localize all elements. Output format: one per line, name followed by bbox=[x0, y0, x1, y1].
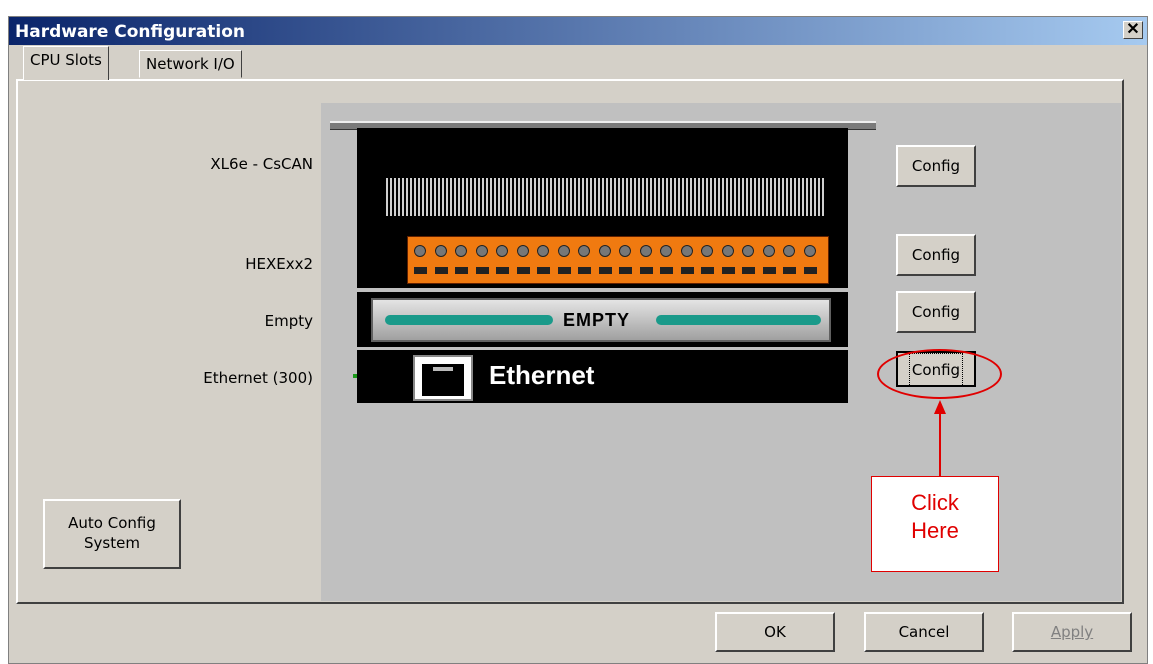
terminal-pin bbox=[701, 245, 713, 257]
terminal-pin bbox=[680, 245, 693, 257]
terminal-slot bbox=[578, 267, 591, 274]
terminal-pin bbox=[721, 245, 734, 257]
terminal-slot bbox=[455, 267, 468, 274]
terminal-pin bbox=[783, 245, 795, 257]
terminal-slot bbox=[557, 267, 571, 274]
terminal-slot bbox=[803, 267, 817, 274]
terminal-slot bbox=[783, 267, 796, 274]
callout-line-1: Click bbox=[911, 490, 959, 515]
terminal-pin bbox=[619, 245, 631, 257]
tab-network-io[interactable]: Network I/O bbox=[139, 50, 242, 78]
config-button-xl6e[interactable]: Config bbox=[896, 145, 976, 187]
terminal-pin bbox=[537, 245, 549, 257]
auto-config-system-button[interactable]: Auto Config System bbox=[43, 499, 181, 569]
terminal-slot bbox=[414, 267, 427, 274]
apply-button[interactable]: Apply bbox=[1012, 612, 1132, 652]
terminal-slot bbox=[680, 267, 694, 274]
terminal-slot bbox=[496, 267, 509, 274]
config-button-empty[interactable]: Config bbox=[896, 291, 976, 333]
terminal-slot bbox=[537, 267, 550, 274]
terminal-pin bbox=[475, 245, 488, 257]
slot-label-xl6e: XL6e - CsCAN bbox=[210, 155, 313, 173]
terminal-pin bbox=[762, 245, 775, 257]
terminal-pin bbox=[598, 245, 611, 257]
terminal-pin bbox=[455, 245, 467, 257]
callout-line-2: Here bbox=[911, 518, 959, 543]
config-button-hexexx2[interactable]: Config bbox=[896, 234, 976, 276]
tab-cpu-slots[interactable]: CPU Slots bbox=[23, 46, 109, 80]
terminal-pin bbox=[414, 245, 426, 257]
empty-plate: EMPTY bbox=[371, 298, 831, 342]
cancel-button[interactable]: Cancel bbox=[864, 612, 984, 652]
terminal-slot bbox=[721, 267, 735, 274]
terminal-slot bbox=[619, 267, 632, 274]
cpu-vents bbox=[386, 178, 826, 216]
ok-button[interactable]: OK bbox=[715, 612, 835, 652]
terminal-slot bbox=[434, 267, 448, 274]
slot-label-empty: Empty bbox=[264, 312, 313, 330]
terminal-slot bbox=[742, 267, 755, 274]
terminal-slot bbox=[639, 267, 653, 274]
ethernet-led bbox=[353, 374, 357, 378]
terminal-slot bbox=[762, 267, 776, 274]
terminal-pin bbox=[639, 245, 652, 257]
terminal-slot bbox=[475, 267, 489, 274]
terminal-slot bbox=[660, 267, 673, 274]
auto-config-line-1: Auto Config bbox=[68, 514, 156, 532]
auto-config-line-2: System bbox=[84, 534, 140, 552]
terminal-pin bbox=[516, 245, 529, 257]
tab-cpu-slots-label: CPU Slots bbox=[30, 51, 102, 69]
ethernet-module-label: Ethernet bbox=[489, 360, 595, 390]
empty-bar-left bbox=[385, 315, 553, 325]
arrow-up-icon bbox=[934, 400, 946, 478]
click-here-callout: Click Here bbox=[871, 476, 999, 572]
tab-network-io-label: Network I/O bbox=[146, 55, 235, 73]
terminal-pin bbox=[660, 245, 672, 257]
terminal-pin bbox=[434, 245, 447, 257]
terminal-slot bbox=[516, 267, 530, 274]
close-button[interactable]: ✕ bbox=[1123, 21, 1143, 39]
ethernet-jack-icon bbox=[413, 355, 473, 401]
slot-label-hexexx2: HEXExx2 bbox=[245, 255, 313, 273]
terminal-pin bbox=[578, 245, 590, 257]
empty-plate-text: EMPTY bbox=[563, 310, 631, 330]
highlight-ellipse bbox=[877, 349, 1002, 399]
title-bar[interactable]: Hardware Configuration ✕ bbox=[9, 17, 1147, 45]
terminal-pin bbox=[496, 245, 508, 257]
hexexx2-terminal-block[interactable] bbox=[407, 236, 829, 284]
terminal-pin bbox=[803, 245, 816, 257]
terminal-slot bbox=[598, 267, 612, 274]
terminal-pin bbox=[557, 245, 570, 257]
window-title: Hardware Configuration bbox=[15, 22, 245, 42]
close-icon: ✕ bbox=[1126, 21, 1140, 38]
slot-label-ethernet: Ethernet (300) bbox=[203, 369, 313, 387]
terminal-slot bbox=[701, 267, 714, 274]
empty-bar-right bbox=[656, 315, 821, 325]
terminal-pin bbox=[742, 245, 754, 257]
